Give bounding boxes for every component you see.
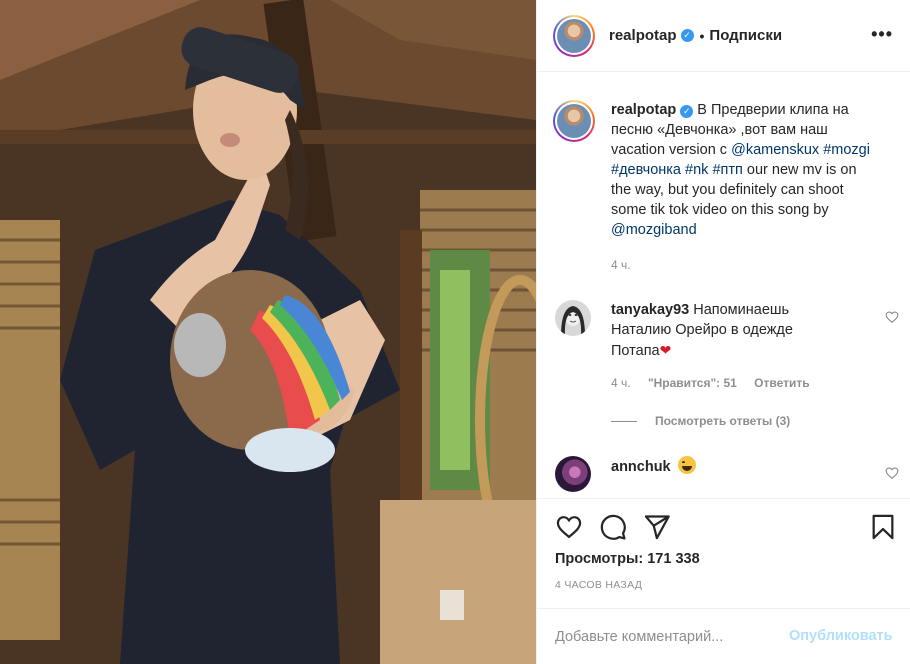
comment-text: annchuk [611, 456, 841, 477]
comment-likes-count[interactable]: "Нравится": 51 [648, 376, 737, 390]
separator-dot: • [699, 27, 705, 44]
following-button[interactable]: Подписки [709, 27, 782, 44]
replies-divider-line [611, 420, 637, 422]
publish-comment-button[interactable]: Опубликовать [789, 628, 893, 644]
hashtag-link-devchonka[interactable]: #девчонка [611, 162, 681, 178]
commenter-username-link[interactable]: annchuk [611, 459, 671, 475]
mention-link-kamenskux[interactable]: @kamenskux [731, 142, 819, 158]
view-replies-label: Посмотреть ответы (3) [655, 414, 791, 428]
red-heart-emoji-icon: ❤ [659, 342, 672, 358]
caption-author-photo [557, 104, 591, 138]
caption-username-link[interactable]: realpotap [611, 102, 676, 118]
author-avatar[interactable] [553, 14, 595, 57]
reply-button[interactable]: Ответить [754, 376, 809, 390]
comment-timestamp[interactable]: 4 ч. [611, 376, 631, 390]
hashtag-link-ptp[interactable]: #птп [712, 162, 742, 178]
views-count[interactable]: Просмотры: 171 338 [555, 551, 700, 567]
caption-author-avatar[interactable] [553, 100, 595, 142]
caption-text: realpotap ✓ В Предверии клипа на песню «Д… [611, 100, 877, 240]
post-timestamp[interactable]: 4 часов назад [555, 579, 642, 591]
view-replies-button[interactable]: Посмотреть ответы (3) [611, 414, 790, 428]
commenter-username-link[interactable]: tanyakay93 [611, 302, 689, 318]
instagram-post-viewer: realpotap ✓ • Подписки ••• realpotap ✓ В … [0, 0, 910, 664]
share-paper-plane-icon[interactable] [643, 513, 671, 541]
add-comment-form: Опубликовать [537, 608, 910, 664]
comment-meta: 4 ч. "Нравится": 51 Ответить [611, 376, 810, 390]
caption-timestamp[interactable]: 4 ч. [611, 258, 631, 272]
post-details-panel: realpotap ✓ • Подписки ••• realpotap ✓ В … [536, 0, 910, 664]
author-username-link[interactable]: realpotap [609, 27, 677, 44]
comment-like-heart-icon[interactable] [885, 466, 899, 480]
video-frame-illustration [0, 0, 536, 664]
hashtag-link-nk[interactable]: #nk [685, 162, 708, 178]
more-options-button[interactable]: ••• [871, 24, 893, 44]
comment-like-heart-icon[interactable] [885, 310, 899, 324]
post-video[interactable] [0, 0, 536, 664]
heart-outline-icon[interactable] [555, 513, 583, 541]
laughing-emoji-icon [677, 456, 696, 474]
commenter-avatar[interactable] [555, 300, 591, 336]
post-caption: realpotap ✓ В Предверии клипа на песню «Д… [553, 100, 893, 240]
commenter-photo [555, 300, 591, 336]
comment-bubble-icon[interactable] [599, 513, 627, 541]
post-actions: Просмотры: 171 338 4 часов назад [537, 498, 910, 608]
post-header: realpotap ✓ • Подписки ••• [537, 0, 910, 72]
comment-input[interactable] [555, 625, 775, 649]
mention-link-mozgiband[interactable]: @mozgiband [611, 222, 697, 238]
comments-list[interactable]: realpotap ✓ В Предверии клипа на песню «Д… [537, 72, 910, 498]
comment-body [671, 459, 675, 475]
comment-text: tanyakay93 Напоминаешь Наталию Орейро в … [611, 300, 841, 361]
verified-badge-icon: ✓ [680, 29, 694, 42]
bookmark-icon[interactable] [869, 513, 897, 541]
author-photo [557, 18, 591, 53]
commenter-avatar[interactable] [555, 456, 591, 492]
hashtag-link-mozgi[interactable]: #mozgi [823, 142, 870, 158]
caption-verified-badge-icon: ✓ [680, 105, 694, 118]
